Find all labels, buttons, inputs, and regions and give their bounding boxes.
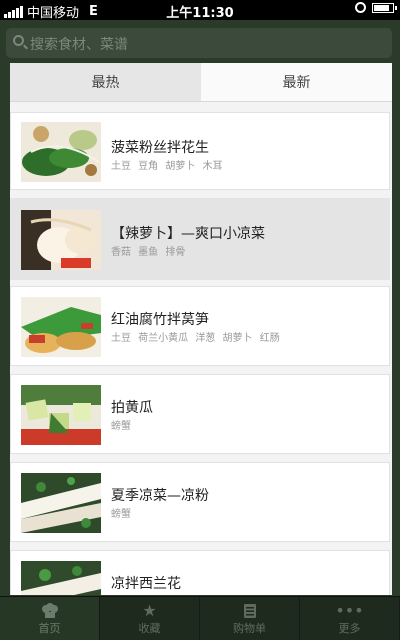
battery-icon: [372, 2, 397, 13]
recipe-item[interactable]: 凉拌西兰花: [10, 550, 390, 595]
recipe-ingredients: 螃蟹: [111, 509, 131, 520]
tab-home[interactable]: 首页: [0, 597, 100, 640]
status-bar: 中国移动 E 上午11:30: [0, 0, 400, 21]
recipe-item[interactable]: 拍黄瓜 螃蟹: [10, 374, 390, 454]
tab-shopping-list[interactable]: 购物单: [200, 597, 300, 640]
tab-home-label: 首页: [38, 621, 61, 635]
tab-shopping-list-label: 购物单: [233, 621, 266, 635]
recipe-thumbnail: [21, 297, 101, 357]
recipe-thumbnail: [21, 385, 101, 445]
recipe-item[interactable]: 菠菜粉丝拌花生 土豆 豆角 胡萝卜 木耳: [10, 112, 390, 190]
search-input[interactable]: 搜索食材、菜谱: [6, 28, 392, 58]
recipe-title: 【辣萝卜】—爽口小凉菜: [111, 226, 265, 242]
recipe-thumbnail: [21, 561, 101, 595]
recipe-thumbnail: [21, 210, 101, 270]
recipe-title: 红油腐竹拌莴笋: [111, 312, 209, 328]
recipe-item[interactable]: 红油腐竹拌莴笋 土豆 荷兰小黄瓜 洋葱 胡萝卜 红肠: [10, 286, 390, 366]
list-icon: [243, 602, 257, 620]
recipe-item[interactable]: 【辣萝卜】—爽口小凉菜 香菇 墨鱼 排骨: [10, 198, 390, 280]
tab-more-label: 更多: [338, 621, 361, 635]
rotation-lock-icon: [355, 2, 366, 13]
recipe-ingredients: 香菇 墨鱼 排骨: [111, 247, 186, 258]
sort-tabs: 最热 最新: [10, 63, 392, 102]
recipe-thumbnail: [21, 473, 101, 533]
recipe-ingredients: 土豆 豆角 胡萝卜 木耳: [111, 161, 223, 172]
bottom-tab-bar: 首页 ★ 收藏 购物单 ••• 更多: [0, 596, 400, 640]
recipe-title: 拍黄瓜: [111, 400, 153, 416]
recipe-ingredients: 土豆 荷兰小黄瓜 洋葱 胡萝卜 红肠: [111, 333, 280, 344]
chef-hat-icon: [41, 602, 59, 620]
more-icon: •••: [335, 600, 364, 620]
tab-more[interactable]: ••• 更多: [300, 597, 400, 640]
recipe-title: 凉拌西兰花: [111, 576, 181, 592]
tab-newest[interactable]: 最新: [201, 63, 392, 101]
search-icon: [13, 35, 24, 46]
recipe-thumbnail: [21, 122, 101, 182]
recipe-title: 夏季凉菜—凉粉: [111, 488, 209, 504]
tab-hottest[interactable]: 最热: [10, 63, 201, 101]
tab-favorites-label: 收藏: [138, 621, 161, 635]
clock: 上午11:30: [166, 6, 234, 21]
star-icon: ★: [142, 600, 157, 620]
tab-favorites[interactable]: ★ 收藏: [100, 597, 200, 640]
recipe-ingredients: 螃蟹: [111, 421, 131, 432]
search-placeholder: 搜索食材、菜谱: [30, 37, 128, 53]
recipe-item[interactable]: 夏季凉菜—凉粉 螃蟹: [10, 462, 390, 542]
recipe-panel: 最热 最新 菠菜粉丝拌花生 土豆 豆角 胡萝卜 木耳 【辣萝卜】—爽口小凉菜 香…: [10, 63, 392, 595]
recipe-title: 菠菜粉丝拌花生: [111, 140, 209, 156]
